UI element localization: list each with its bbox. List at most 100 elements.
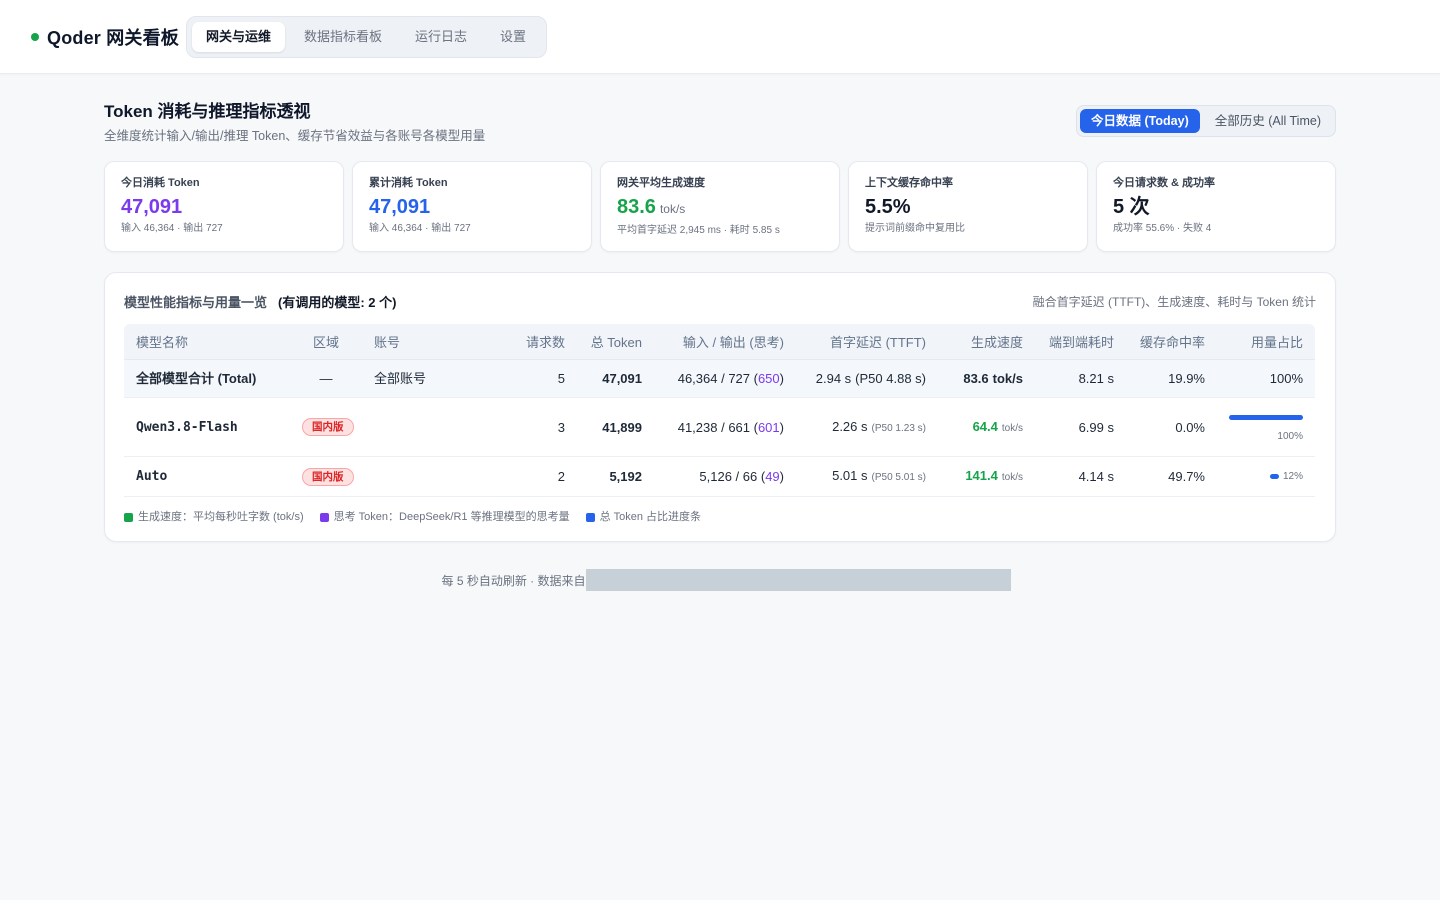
cache-hit: 19.9% xyxy=(1126,360,1217,398)
legend-label: 生成速度：平均每秒吐字数 (tok/s) xyxy=(138,511,304,523)
speed: 83.6 xyxy=(963,371,989,386)
col-region[interactable]: 区域 xyxy=(290,324,362,360)
speed-unit: tok/s xyxy=(1001,422,1023,434)
tab-run-logs[interactable]: 运行日志 xyxy=(401,22,481,52)
stat-value: 5.5% xyxy=(865,196,911,218)
model-name: 全部模型合计 (Total) xyxy=(124,360,290,398)
usage-share: 12% xyxy=(1282,470,1303,482)
region: — xyxy=(290,360,362,398)
top-bar: Qoder 网关看板 网关与运维 数据指标看板 运行日志 设置 xyxy=(0,0,1440,74)
main-content: Token 消耗与推理指标透视 全维度统计输入/输出/推理 Token、缓存节省… xyxy=(104,74,1336,591)
col-e2e[interactable]: 端到端耗时 xyxy=(1035,324,1126,360)
legend-item-think: 思考 Token：DeepSeek/R1 等推理模型的思考量 xyxy=(319,510,570,524)
speed: 64.4 xyxy=(972,418,998,434)
col-usage[interactable]: 用量占比 xyxy=(1217,324,1315,360)
requests: 2 xyxy=(500,457,577,497)
panel-title-group: 模型性能指标与用量一览 (有调用的模型: 2 个) xyxy=(124,292,396,311)
usage-cell: 12% xyxy=(1217,457,1315,497)
input-output: 46,364 / 727 ( xyxy=(677,371,758,386)
col-model[interactable]: 模型名称 xyxy=(124,324,290,360)
stat-value-wrap: 5.5% xyxy=(865,195,1071,219)
ttft-cell: 5.01 s (P50 5.01 s) xyxy=(796,457,938,497)
think-tokens: 601 xyxy=(757,419,780,435)
col-input-output[interactable]: 输入 / 输出 (思考) xyxy=(654,324,796,360)
stat-card-total-tokens: 累计消耗 Token 47,091 输入 46,364 · 输出 727 xyxy=(352,161,592,252)
input-output-cell: 41,238 / 661 (601) xyxy=(654,398,796,457)
stat-label: 今日消耗 Token xyxy=(121,177,200,189)
input-output: 5,126 / 66 ( xyxy=(699,469,766,484)
ttft-p50: (P50 5.01 s) xyxy=(871,472,926,483)
legend-item-usage: 总 Token 占比进度条 xyxy=(585,510,702,524)
page-title: Token 消耗与推理指标透视 xyxy=(104,102,311,121)
requests: 3 xyxy=(500,398,577,457)
tab-gateway-ops[interactable]: 网关与运维 xyxy=(192,22,286,52)
speed-cell: 141.4 tok/s xyxy=(938,457,1035,497)
models-panel: 模型性能指标与用量一览 (有调用的模型: 2 个) 融合首字延迟 (TTFT)、… xyxy=(104,272,1336,542)
table-header-row: 模型名称 区域 账号 请求数 总 Token 输入 / 输出 (思考) 首字延迟… xyxy=(124,324,1315,360)
col-ttft[interactable]: 首字延迟 (TTFT) xyxy=(796,324,938,360)
panel-title: 模型性能指标与用量一览 xyxy=(124,294,268,310)
stat-value: 5 次 xyxy=(1113,196,1150,218)
panel-header: 模型性能指标与用量一览 (有调用的模型: 2 个) 融合首字延迟 (TTFT)、… xyxy=(124,291,1316,311)
col-requests[interactable]: 请求数 xyxy=(500,324,577,360)
account xyxy=(362,457,500,497)
range-all-time-button[interactable]: 全部历史 (All Time) xyxy=(1204,109,1332,133)
ttft: 2.94 s xyxy=(815,371,852,386)
section-heading: Token 消耗与推理指标透视 全维度统计输入/输出/推理 Token、缓存节省… xyxy=(104,102,485,144)
section-header: Token 消耗与推理指标透视 全维度统计输入/输出/推理 Token、缓存节省… xyxy=(104,102,1336,161)
legend-label: 思考 Token：DeepSeek/R1 等推理模型的思考量 xyxy=(333,511,570,523)
page-subtitle: 全维度统计输入/输出/推理 Token、缓存节省效益与各账号各模型用量 xyxy=(104,129,486,143)
stat-value-wrap: 83.6 tok/s xyxy=(617,195,823,221)
speed-cell: 64.4 tok/s xyxy=(938,398,1035,457)
col-speed[interactable]: 生成速度 xyxy=(938,324,1035,360)
input-output-close: ) xyxy=(779,469,784,484)
ttft-cell: 2.94 s (P50 4.88 s) xyxy=(796,360,938,398)
usage-bar xyxy=(1229,414,1303,420)
stat-card-gen-speed: 网关平均生成速度 83.6 tok/s 平均首字延迟 2,945 ms · 耗时 … xyxy=(600,161,840,252)
stat-card-cache-hit: 上下文缓存命中率 5.5% 提示词前缀命中复用比 xyxy=(848,161,1088,252)
ttft: 2.26 s xyxy=(832,418,868,434)
redacted-source-block xyxy=(585,569,1011,591)
range-today-button[interactable]: 今日数据 (Today) xyxy=(1080,109,1200,133)
legend-label: 总 Token 占比进度条 xyxy=(599,511,702,523)
tab-settings[interactable]: 设置 xyxy=(486,22,540,52)
col-account[interactable]: 账号 xyxy=(362,324,500,360)
stat-card-today-tokens: 今日消耗 Token 47,091 输入 46,364 · 输出 727 xyxy=(104,161,344,252)
input-output-close: ) xyxy=(779,371,784,386)
usage-progress: 12% xyxy=(1229,468,1303,486)
col-total-token[interactable]: 总 Token xyxy=(577,324,654,360)
col-cache-hit[interactable]: 缓存命中率 xyxy=(1126,324,1217,360)
input-output-close: ) xyxy=(779,419,784,435)
region-badge: 国内版 xyxy=(302,418,354,437)
footer: 每 5 秒自动刷新 · 数据来自 xyxy=(104,569,1336,591)
e2e-latency: 6.99 s xyxy=(1035,398,1126,457)
table-row[interactable]: Qwen3.8-Flash 国内版 3 41,899 41,238 / 661 … xyxy=(124,398,1315,457)
total-token: 47,091 xyxy=(577,360,654,398)
cache-hit: 49.7% xyxy=(1126,457,1217,497)
table-row-total: 全部模型合计 (Total) — 全部账号 5 47,091 46,364 / … xyxy=(124,360,1315,398)
speed-cell: 83.6 tok/s xyxy=(938,360,1035,398)
stat-sub: 输入 46,364 · 输出 727 xyxy=(121,223,223,234)
stat-value-wrap: 5 次 xyxy=(1113,195,1319,219)
region-cell: 国内版 xyxy=(290,398,362,457)
usage-share: 100% xyxy=(1277,431,1303,442)
table-row[interactable]: Auto 国内版 2 5,192 5,126 / 66 (49) 5.01 s(… xyxy=(124,457,1315,497)
total-token: 41,899 xyxy=(577,398,654,457)
speed: 141.4 xyxy=(965,468,998,483)
usage-bar-track xyxy=(1269,468,1279,486)
cache-hit: 0.0% xyxy=(1126,398,1217,457)
legend: 生成速度：平均每秒吐字数 (tok/s) 思考 Token：DeepSeek/R… xyxy=(124,510,1316,524)
stat-label: 今日请求数 & 成功率 xyxy=(1113,177,1216,189)
stat-cards: 今日消耗 Token 47,091 输入 46,364 · 输出 727 累计消… xyxy=(104,161,1336,252)
model-name: Auto xyxy=(124,457,290,497)
usage-bar-track xyxy=(1229,408,1303,426)
tab-metrics-dashboard[interactable]: 数据指标看板 xyxy=(290,22,396,52)
stat-sub: 提示词前缀命中复用比 xyxy=(865,223,965,234)
input-output: 41,238 / 661 ( xyxy=(677,419,758,435)
e2e-latency: 4.14 s xyxy=(1035,457,1126,497)
green-square-icon xyxy=(124,512,133,522)
input-output-cell: 5,126 / 66 (49) xyxy=(654,457,796,497)
total-token: 5,192 xyxy=(577,457,654,497)
stat-sub: 平均首字延迟 2,945 ms · 耗时 5.85 s xyxy=(617,225,780,236)
model-name: Qwen3.8-Flash xyxy=(124,398,290,457)
